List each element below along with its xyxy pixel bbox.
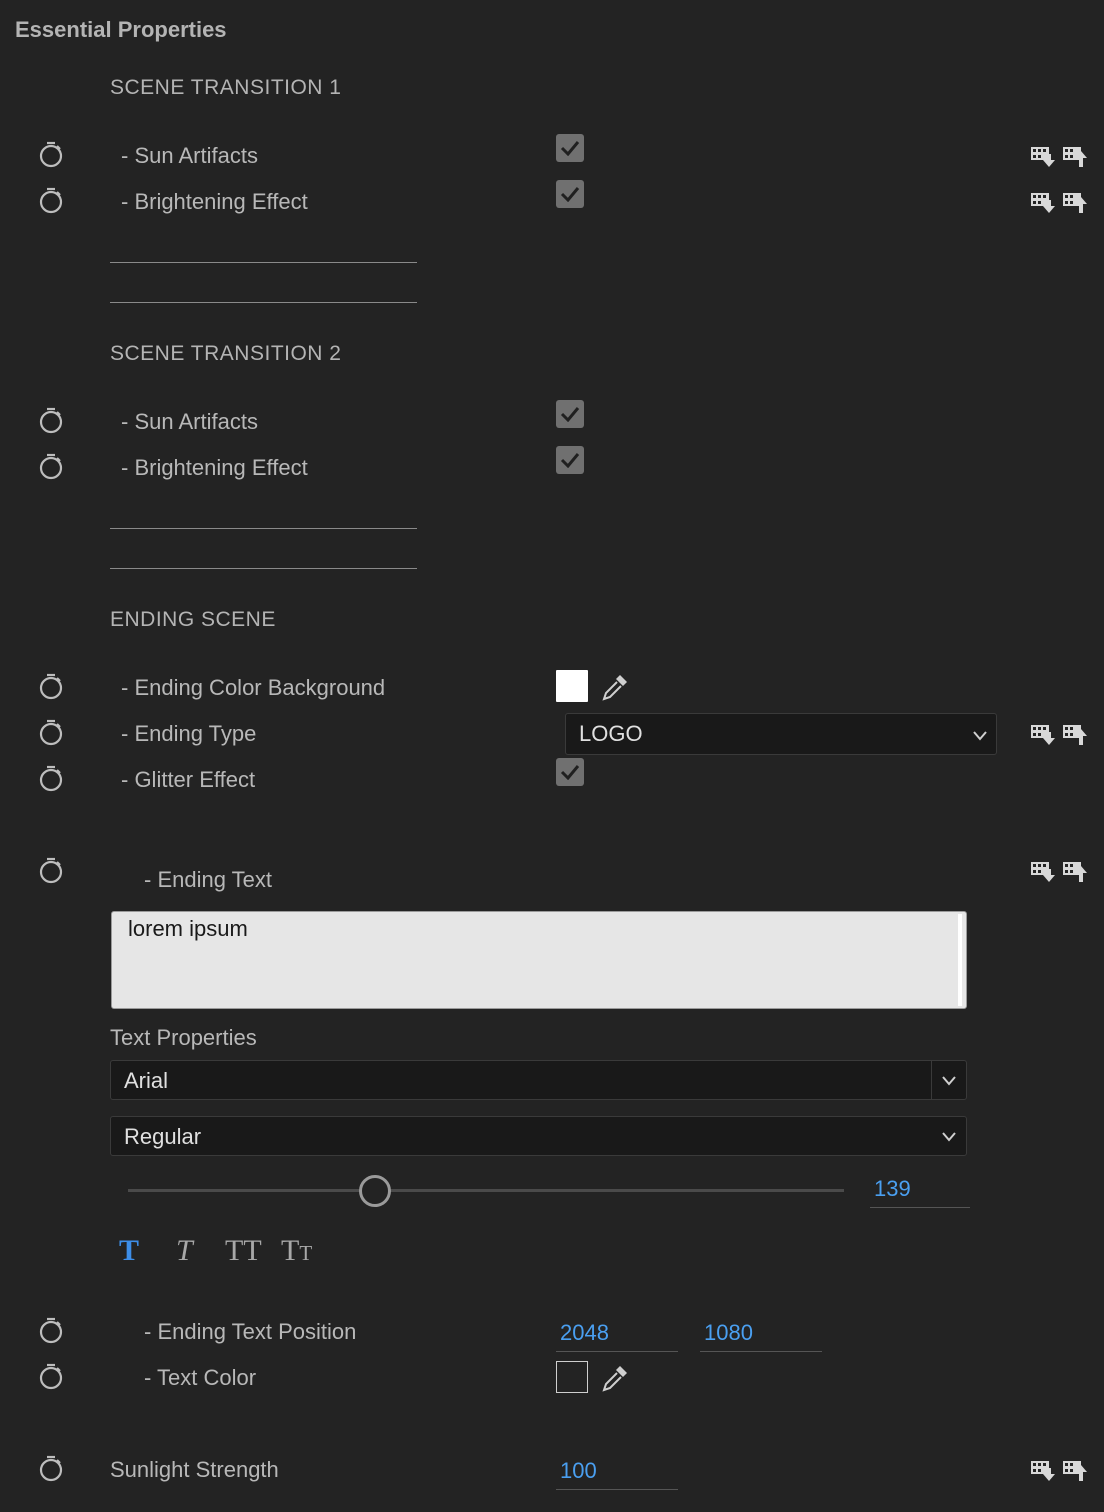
ending-text-label: - Ending Text xyxy=(144,867,273,892)
ending-type-value: LOGO xyxy=(579,721,643,746)
sunlight-strength-field[interactable]: 100 xyxy=(556,1458,678,1490)
font-size-slider-track[interactable] xyxy=(128,1189,844,1192)
textarea-scrollbar[interactable] xyxy=(958,914,962,1006)
all-caps-button[interactable]: TT xyxy=(225,1234,262,1268)
checkmark-icon xyxy=(560,187,580,202)
text-color-swatch[interactable] xyxy=(556,1361,588,1393)
section-title-ending-scene: ENDING SCENE xyxy=(110,608,276,631)
stopwatch-icon[interactable] xyxy=(38,672,64,700)
stopwatch-icon[interactable] xyxy=(38,764,64,792)
font-style-dropdown[interactable]: Regular xyxy=(110,1116,967,1156)
stopwatch-icon[interactable] xyxy=(38,718,64,746)
eyedropper-icon[interactable] xyxy=(600,671,630,703)
pull-from-graphic-icon[interactable] xyxy=(1062,190,1088,216)
divider xyxy=(110,262,417,263)
stopwatch-icon[interactable] xyxy=(38,1316,64,1344)
sun-artifacts-2-label: - Sun Artifacts xyxy=(121,409,258,434)
section-title-scene-transition-1: SCENE TRANSITION 1 xyxy=(110,76,342,99)
keyframe-buttons-sun-artifacts-1 xyxy=(1030,144,1088,172)
stopwatch-icon[interactable] xyxy=(38,1454,64,1482)
stopwatch-icon[interactable] xyxy=(38,452,64,480)
keyframe-buttons-sunlight-strength xyxy=(1030,1458,1088,1486)
text-properties-label: Text Properties xyxy=(110,1025,257,1050)
pull-from-graphic-icon[interactable] xyxy=(1062,859,1088,885)
brightening-effect-2-label: - Brightening Effect xyxy=(121,455,308,480)
brightening-effect-1-checkbox[interactable] xyxy=(556,180,584,208)
sun-artifacts-1-label: - Sun Artifacts xyxy=(121,143,258,168)
ending-type-label: - Ending Type xyxy=(121,721,257,746)
chevron-down-icon xyxy=(942,1076,956,1086)
panel-title: Essential Properties xyxy=(15,17,227,42)
text-color-label: - Text Color xyxy=(144,1365,257,1390)
checkmark-icon xyxy=(560,765,580,780)
checkmark-icon xyxy=(560,453,580,468)
font-size-field[interactable]: 139 xyxy=(870,1176,970,1208)
ending-text-textarea[interactable]: lorem ipsum xyxy=(111,911,967,1009)
divider xyxy=(110,302,417,303)
stopwatch-icon[interactable] xyxy=(38,186,64,214)
sun-artifacts-2-checkbox[interactable] xyxy=(556,400,584,428)
font-style-value: Regular xyxy=(124,1124,202,1149)
push-to-graphic-icon[interactable] xyxy=(1030,859,1056,885)
ending-color-background-label: - Ending Color Background xyxy=(121,675,386,700)
ending-type-dropdown[interactable]: LOGO xyxy=(565,713,997,755)
chevron-down-icon xyxy=(973,731,987,741)
font-family-value: Arial xyxy=(124,1068,169,1093)
sunlight-strength-label: Sunlight Strength xyxy=(110,1457,279,1482)
sun-artifacts-1-checkbox[interactable] xyxy=(556,134,584,162)
stopwatch-icon[interactable] xyxy=(38,140,64,168)
stopwatch-icon[interactable] xyxy=(38,406,64,434)
position-y-field[interactable]: 1080 xyxy=(700,1320,822,1352)
checkmark-icon xyxy=(560,141,580,156)
push-to-graphic-icon[interactable] xyxy=(1030,190,1056,216)
pull-from-graphic-icon[interactable] xyxy=(1062,722,1088,748)
pull-from-graphic-icon[interactable] xyxy=(1062,1458,1088,1484)
pull-from-graphic-icon[interactable] xyxy=(1062,144,1088,170)
keyframe-buttons-ending-type xyxy=(1030,722,1088,750)
push-to-graphic-icon[interactable] xyxy=(1030,1458,1056,1484)
checkmark-icon xyxy=(560,407,580,422)
dropdown-separator xyxy=(931,1061,932,1099)
push-to-graphic-icon[interactable] xyxy=(1030,144,1056,170)
ending-text-position-label: - Ending Text Position xyxy=(144,1319,357,1344)
glitter-effect-checkbox[interactable] xyxy=(556,758,584,786)
section-title-scene-transition-2: SCENE TRANSITION 2 xyxy=(110,342,342,365)
small-caps-button[interactable]: TT xyxy=(281,1234,312,1268)
font-family-dropdown[interactable]: Arial xyxy=(110,1060,967,1100)
position-x-field[interactable]: 2048 xyxy=(556,1320,678,1352)
faux-bold-button[interactable]: T xyxy=(119,1234,139,1268)
font-size-slider-thumb[interactable] xyxy=(359,1175,391,1207)
glitter-effect-label: - Glitter Effect xyxy=(121,767,256,792)
divider xyxy=(110,568,417,569)
keyframe-buttons-ending-text xyxy=(1030,859,1088,887)
brightening-effect-2-checkbox[interactable] xyxy=(556,446,584,474)
faux-italic-button[interactable]: T xyxy=(176,1234,193,1268)
ending-color-background-swatch[interactable] xyxy=(556,670,588,702)
brightening-effect-1-label: - Brightening Effect xyxy=(121,189,308,214)
divider xyxy=(110,528,417,529)
ending-text-value: lorem ipsum xyxy=(128,916,248,941)
chevron-down-icon xyxy=(942,1132,956,1142)
stopwatch-icon[interactable] xyxy=(38,1362,64,1390)
stopwatch-icon[interactable] xyxy=(38,856,64,884)
eyedropper-icon[interactable] xyxy=(600,1362,630,1394)
keyframe-buttons-brightening-effect-1 xyxy=(1030,190,1088,218)
push-to-graphic-icon[interactable] xyxy=(1030,722,1056,748)
